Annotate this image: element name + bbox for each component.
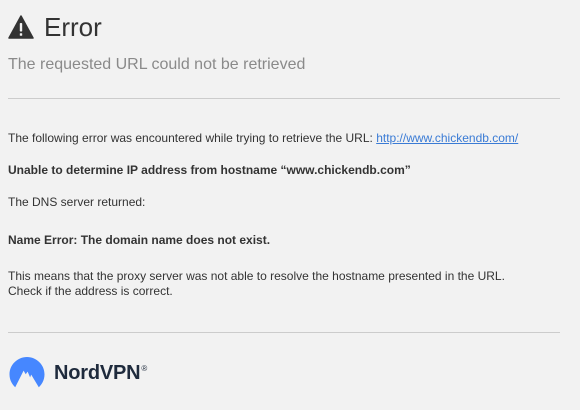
requested-url-link[interactable]: http://www.chickendb.com/ [376, 131, 518, 145]
intro-text: The following error was encountered whil… [8, 131, 377, 145]
explanation-line-1: This means that the proxy server was not… [8, 269, 505, 283]
registered-mark: ® [141, 363, 148, 373]
page-subtitle: The requested URL could not be retrieved [8, 56, 306, 73]
divider-bottom [8, 332, 560, 333]
brand-name-text: NordVPN [54, 361, 141, 384]
dns-error-message: Name Error: The domain name does not exi… [8, 233, 271, 247]
brand-name: NordVPN® [54, 362, 147, 385]
warning-triangle-icon [8, 14, 34, 40]
nordvpn-logo-icon [8, 356, 46, 390]
intro-line: The following error was encountered whil… [8, 131, 518, 146]
page-title: Error [44, 12, 102, 42]
brand-footer: NordVPN® [8, 356, 147, 390]
dns-label: The DNS server returned: [8, 195, 146, 209]
page-header: Error [8, 12, 102, 42]
error-heading: Unable to determine IP address from host… [8, 163, 411, 177]
explanation-text: This means that the proxy server was not… [8, 269, 560, 299]
divider-top [8, 98, 560, 99]
explanation-line-2: Check if the address is correct. [8, 284, 173, 298]
